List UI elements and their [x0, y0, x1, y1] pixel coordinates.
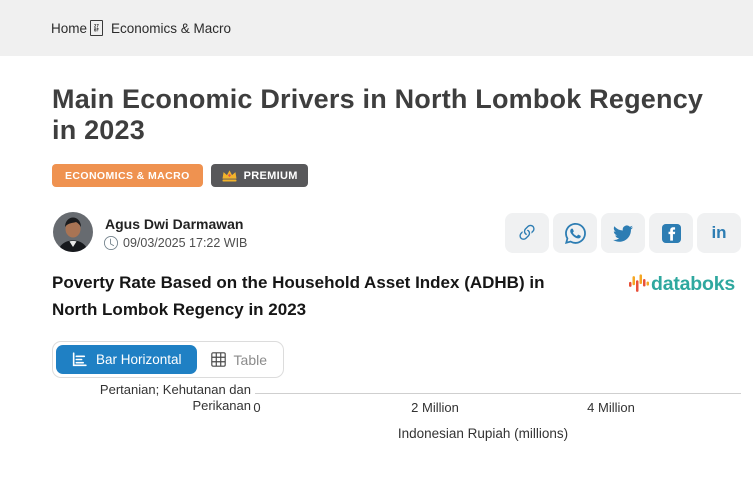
share-whatsapp-button[interactable]: [553, 213, 597, 253]
tofu-hex-bottom: 6F: [94, 27, 100, 33]
x-axis-tick-2-million: 2 Million: [411, 400, 459, 415]
chart-category-label-line-2: Perikanan: [192, 398, 251, 413]
linkedin-icon: in: [711, 223, 727, 242]
chart-x-axis-line: [255, 393, 741, 394]
publish-date: 09/03/2025 17:22 WIB: [123, 236, 248, 250]
whatsapp-icon: [564, 222, 586, 244]
publish-date-row: 09/03/2025 17:22 WIB: [104, 236, 247, 250]
premium-badge: PREMIUM: [210, 164, 308, 187]
author-name[interactable]: Agus Dwi Darmawan: [105, 216, 243, 232]
chart-x-axis-title: Indonesian Rupiah (millions): [397, 426, 569, 441]
databoks-logo-icon: [629, 273, 649, 295]
chart-title: Poverty Rate Based on the Household Asse…: [52, 270, 544, 323]
share-copy-link-button[interactable]: [505, 213, 549, 253]
tab-bar-horizontal-label: Bar Horizontal: [96, 352, 182, 367]
clock-icon: [104, 236, 118, 250]
bar-horizontal-icon: [71, 351, 88, 368]
chart-category-label: Pertanian; Kehutanan dan Perikanan: [81, 382, 251, 414]
share-linkedin-button[interactable]: in: [697, 213, 741, 253]
breadcrumb: Home 27 6F Economics & Macro: [0, 0, 753, 56]
x-axis-tick-0: 0: [253, 400, 261, 415]
chart-title-line-2: North Lombok Regency in 2023: [52, 299, 307, 319]
category-tag[interactable]: ECONOMICS & MACRO: [52, 164, 203, 187]
databoks-logo-text: databoks: [651, 273, 736, 295]
tab-table-label: Table: [233, 351, 268, 368]
page-title: Main Economic Drivers in North Lombok Re…: [52, 84, 703, 146]
share-twitter-button[interactable]: [601, 213, 645, 253]
share-button-row: in: [505, 213, 741, 253]
premium-label: PREMIUM: [243, 169, 298, 182]
tag-row: ECONOMICS & MACRO PREMIUM: [52, 164, 308, 187]
article-page: Home 27 6F Economics & Macro Main Econom…: [0, 0, 753, 498]
breadcrumb-home-link[interactable]: Home: [51, 21, 87, 36]
table-icon: [210, 351, 227, 368]
author-avatar: [53, 212, 93, 252]
chart-category-label-line-1: Pertanian; Kehutanan dan: [99, 382, 251, 397]
page-title-line-2: in 2023: [52, 115, 145, 145]
chart-view-switcher: Bar Horizontal Table: [52, 341, 285, 378]
breadcrumb-section-link[interactable]: Economics & Macro: [111, 21, 231, 36]
facebook-icon: [661, 223, 681, 243]
crown-icon: [221, 168, 238, 183]
share-facebook-button[interactable]: [649, 213, 693, 253]
x-axis-tick-4-million: 4 Million: [587, 400, 635, 415]
databoks-logo[interactable]: databoks: [629, 272, 735, 296]
tab-bar-horizontal[interactable]: Bar Horizontal: [56, 345, 197, 374]
page-title-line-1: Main Economic Drivers in North Lombok Re…: [52, 84, 704, 114]
breadcrumb-separator-missing-glyph-icon: 27 6F: [90, 20, 104, 36]
chart-title-line-1: Poverty Rate Based on the Household Asse…: [52, 273, 545, 292]
tab-table[interactable]: Table: [196, 345, 281, 374]
copy-link-icon: [516, 222, 538, 244]
twitter-icon: [613, 223, 633, 243]
